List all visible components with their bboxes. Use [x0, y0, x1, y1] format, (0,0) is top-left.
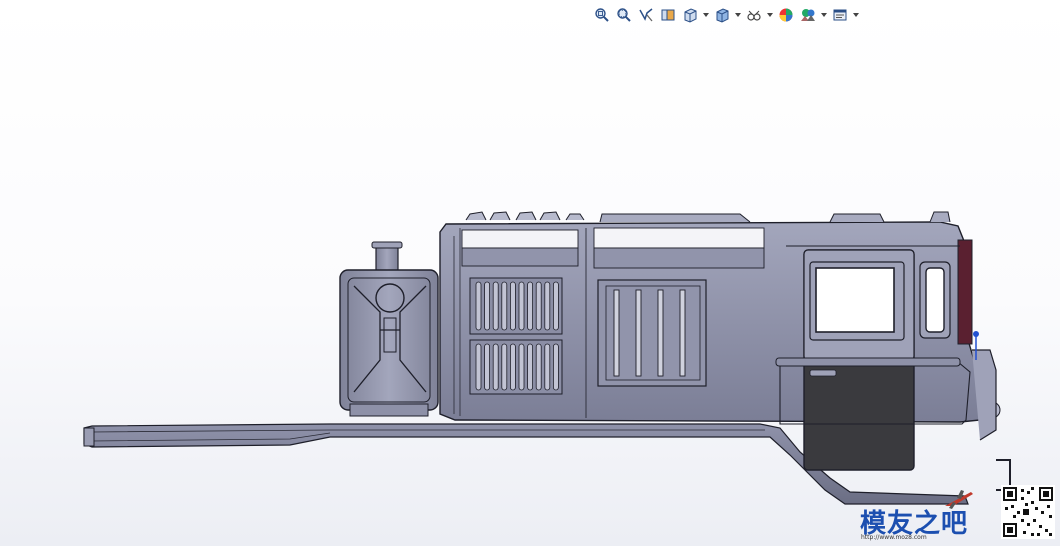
- louver-slot: [553, 281, 559, 331]
- access-panel: [597, 279, 707, 387]
- louver-grille-lower: [469, 339, 563, 395]
- louver-slot: [484, 343, 491, 391]
- panel-bar: [635, 289, 642, 377]
- louver-slot: [509, 281, 516, 331]
- louver-grille-upper: [469, 277, 563, 335]
- louver-slot: [509, 343, 516, 391]
- louver-slot: [518, 281, 525, 331]
- graphics-viewport[interactable]: 模友之吧 http://www.moz8.com: [0, 0, 1060, 546]
- louver-slot: [492, 343, 499, 391]
- louver-slot: [518, 343, 525, 391]
- louver-slot: [475, 281, 482, 331]
- louver-slot: [501, 281, 508, 331]
- louver-slot: [544, 281, 551, 331]
- louver-slot: [527, 281, 533, 331]
- louver-slot: [475, 343, 482, 391]
- louver-slot: [501, 343, 508, 391]
- locomotive-model[interactable]: [0, 0, 1060, 546]
- louver-slot: [535, 343, 542, 391]
- watermark-url: http://www.moz8.com: [861, 534, 927, 541]
- cab: [775, 239, 1011, 491]
- panel-bar: [613, 289, 620, 377]
- louver-slot: [492, 281, 499, 331]
- site-watermark: 模友之吧 http://www.moz8.com: [855, 485, 1060, 546]
- panel-bar: [657, 289, 664, 377]
- fuel-tank: [339, 241, 439, 417]
- louver-slot: [553, 343, 559, 391]
- qr-code-icon: [1001, 485, 1055, 539]
- louver-slot: [484, 281, 491, 331]
- panel-bar: [679, 289, 686, 377]
- louver-slot: [527, 343, 533, 391]
- louver-slot: [544, 343, 551, 391]
- louver-slot: [535, 281, 542, 331]
